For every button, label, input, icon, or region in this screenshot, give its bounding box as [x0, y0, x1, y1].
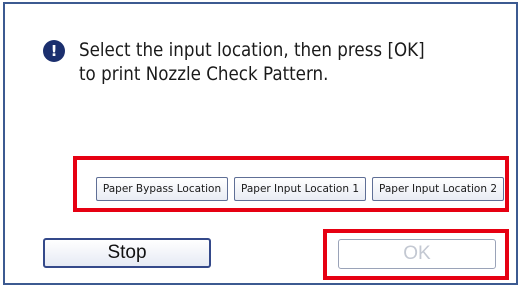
nozzle-check-dialog: ! Select the input location, then press …: [3, 2, 518, 285]
paper-bypass-location-button[interactable]: Paper Bypass Location: [96, 177, 228, 201]
paper-input-location-1-button[interactable]: Paper Input Location 1: [234, 177, 366, 201]
alert-icon: !: [43, 40, 65, 62]
ok-highlight-frame: OK: [323, 229, 509, 280]
paper-input-location-2-button[interactable]: Paper Input Location 2: [372, 177, 504, 201]
dialog-message: Select the input location, then press [O…: [79, 38, 457, 86]
message-line-2: to print Nozzle Check Pattern.: [79, 63, 329, 85]
stop-button[interactable]: Stop: [43, 238, 211, 268]
ok-button[interactable]: OK: [338, 239, 496, 269]
input-location-group: Paper Bypass Location Paper Input Locati…: [73, 156, 509, 212]
message-line-1: Select the input location, then press [O…: [79, 39, 425, 61]
